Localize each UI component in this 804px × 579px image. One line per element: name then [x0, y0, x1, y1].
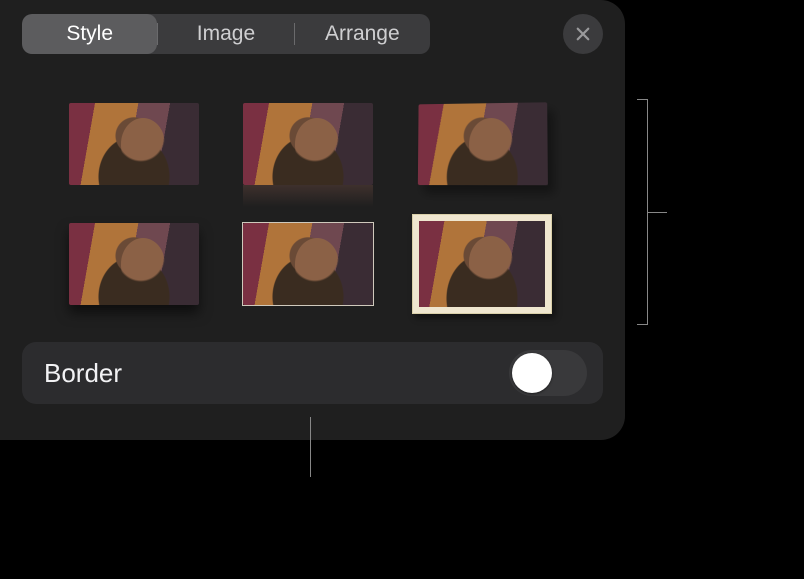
- style-preset-drop-shadow[interactable]: [64, 214, 204, 314]
- border-row: Border: [22, 342, 603, 404]
- tab-segmented-control: Style Image Arrange: [22, 14, 430, 54]
- tab-style-label: Style: [66, 22, 113, 46]
- preset-thumbnail: [243, 103, 373, 185]
- border-label: Border: [44, 358, 122, 389]
- style-presets-grid: [64, 94, 552, 314]
- tab-image-label: Image: [197, 22, 255, 46]
- toggle-knob: [512, 353, 552, 393]
- preset-thumbnail: [419, 221, 545, 307]
- border-toggle[interactable]: [509, 350, 587, 396]
- style-preset-tilt-shadow[interactable]: [412, 94, 552, 194]
- close-icon: [574, 25, 592, 43]
- format-panel: Style Image Arrange: [0, 0, 625, 440]
- close-button[interactable]: [563, 14, 603, 54]
- tab-arrange-label: Arrange: [325, 22, 400, 46]
- callout-line-border: [310, 417, 311, 477]
- style-preset-plain[interactable]: [64, 94, 204, 194]
- preset-thumbnail: [69, 103, 199, 185]
- style-preset-reflection[interactable]: [238, 94, 378, 194]
- preset-thumbnail: [418, 102, 548, 185]
- tab-arrange[interactable]: Arrange: [295, 14, 430, 54]
- preset-thumbnail: [69, 223, 199, 305]
- panel-header: Style Image Arrange: [22, 14, 603, 54]
- callout-bracket-styles: [632, 99, 648, 325]
- tab-image[interactable]: Image: [158, 14, 293, 54]
- preset-thumbnail: [243, 223, 373, 305]
- style-preset-paper-frame[interactable]: [412, 214, 552, 314]
- tab-style[interactable]: Style: [22, 14, 157, 54]
- style-preset-thin-line[interactable]: [238, 214, 378, 314]
